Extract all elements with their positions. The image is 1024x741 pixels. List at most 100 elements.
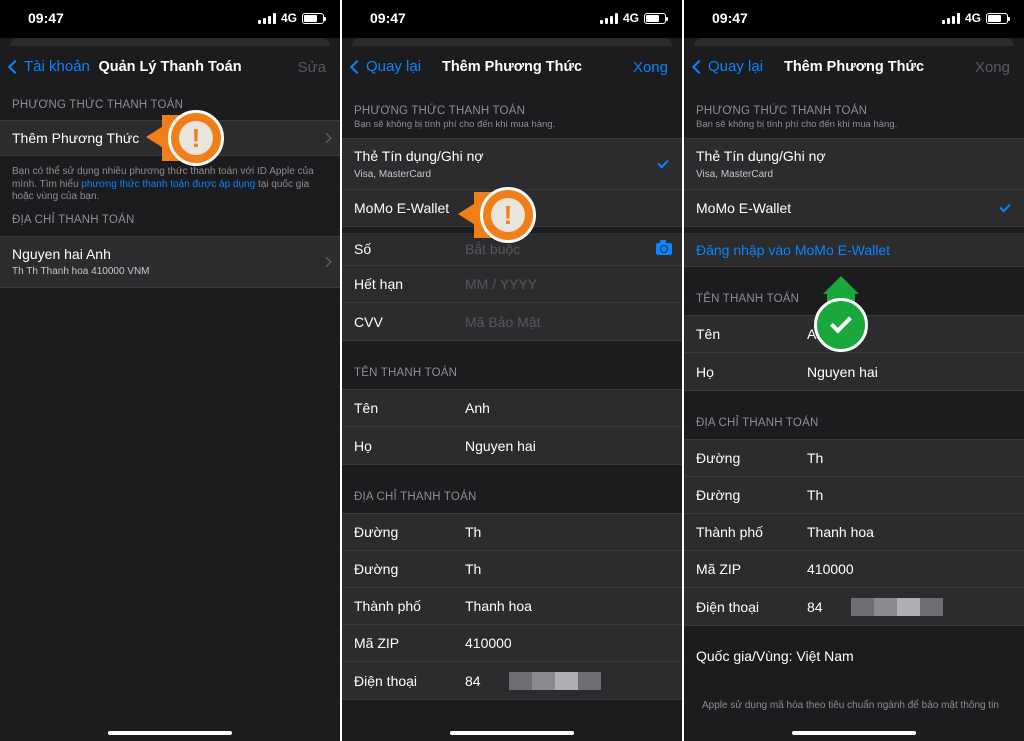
checkmark-icon bbox=[830, 311, 852, 333]
momo-login-row[interactable]: Đăng nhập vào MoMo E-Wallet bbox=[684, 227, 1024, 266]
sheet-edge bbox=[10, 38, 330, 46]
last-name-input[interactable]: Nguyen hai bbox=[465, 438, 536, 454]
nav-title: Thêm Phương Thức bbox=[783, 59, 925, 75]
card-option-row[interactable]: Thẻ Tín dụng/Ghi nợ Visa, MasterCard bbox=[684, 139, 1024, 190]
expiry-input[interactable]: MM / YYYY bbox=[465, 276, 537, 292]
done-button[interactable]: Xong bbox=[975, 59, 1010, 76]
phone-code[interactable]: 84 bbox=[465, 673, 481, 689]
street-input[interactable]: Th bbox=[807, 487, 823, 503]
momo-login-link[interactable]: Đăng nhập vào MoMo E-Wallet bbox=[696, 242, 890, 258]
section-header-name: TÊN THANH TOÁN bbox=[354, 367, 458, 379]
signal-icon bbox=[257, 12, 276, 24]
card-option-label: Thẻ Tín dụng/Ghi nợ bbox=[696, 148, 826, 164]
zip-row[interactable]: Mã ZIP 410000 bbox=[684, 551, 1024, 588]
city-row[interactable]: Thành phố Thanh hoa bbox=[684, 514, 1024, 551]
section-header-payment: PHƯƠNG THỨC THANH TOÁN bbox=[696, 105, 868, 117]
payment-methods-link[interactable]: phương thức thanh toán được áp dụng bbox=[81, 179, 255, 190]
nav-bar: Quay lại Thêm Phương Thức Xong bbox=[342, 46, 682, 92]
status-time: 09:47 bbox=[28, 10, 64, 26]
status-bar: 09:47 4G bbox=[342, 0, 682, 38]
network-label: 4G bbox=[280, 11, 297, 25]
last-name-input[interactable]: Nguyen hai bbox=[807, 364, 878, 380]
content: PHƯƠNG THỨC THANH TOÁN Bạn sẽ không bị t… bbox=[684, 92, 1024, 741]
section-header-address: ĐỊA CHỈ THANH TOÁN bbox=[696, 417, 819, 429]
exclamation-icon: ! bbox=[491, 198, 525, 232]
screen-add-method: 09:47 4G Quay lại Thêm Phương Thức Xong … bbox=[342, 0, 682, 741]
cvv-label: CVV bbox=[354, 313, 383, 330]
last-name-label: Họ bbox=[696, 363, 714, 380]
phone-code[interactable]: 84 bbox=[807, 599, 823, 615]
city-input[interactable]: Thanh hoa bbox=[465, 598, 532, 614]
card-number-input[interactable]: Bắt buộc bbox=[465, 241, 520, 257]
momo-option-label: MoMo E-Wallet bbox=[696, 200, 792, 216]
home-indicator bbox=[792, 731, 916, 735]
expiry-label: Hết hạn bbox=[354, 276, 404, 292]
nav-title: Quản Lý Thanh Toán bbox=[98, 59, 242, 75]
battery-icon bbox=[644, 12, 668, 24]
last-name-row[interactable]: Họ Nguyen hai bbox=[342, 427, 682, 464]
camera-icon[interactable] bbox=[656, 240, 672, 255]
street-row[interactable]: Đường Th bbox=[684, 440, 1024, 477]
last-name-row[interactable]: Họ Nguyen hai bbox=[684, 353, 1024, 390]
checkmark-icon bbox=[657, 157, 669, 169]
phone-row[interactable]: Điện thoại 84 bbox=[342, 662, 682, 699]
cvv-input[interactable]: Mã Bảo Mật bbox=[465, 314, 540, 330]
name-group: Tên Anh Họ Nguyen hai bbox=[342, 389, 682, 465]
phone-number-redacted bbox=[850, 597, 943, 616]
nav-title: Thêm Phương Thức bbox=[441, 59, 583, 75]
phone-label: Điện thoại bbox=[696, 598, 760, 615]
battery-icon bbox=[302, 12, 326, 24]
first-name-label: Tên bbox=[696, 326, 721, 342]
success-marker bbox=[812, 276, 870, 354]
street-row[interactable]: Đường Th bbox=[684, 477, 1024, 514]
street-label: Đường bbox=[696, 450, 741, 466]
phone-row[interactable]: Điện thoại 84 bbox=[684, 588, 1024, 625]
street-input[interactable]: Th bbox=[807, 450, 823, 466]
first-name-input[interactable]: Anh bbox=[465, 400, 490, 416]
cvv-row[interactable]: CVV Mã Bảo Mật bbox=[342, 303, 682, 340]
warning-callout: ! bbox=[146, 110, 246, 166]
city-row[interactable]: Thành phố Thanh hoa bbox=[342, 588, 682, 625]
status-bar: 09:47 4G bbox=[684, 0, 1024, 38]
chevron-right-icon bbox=[321, 133, 332, 143]
payment-subtext: Bạn sẽ không bị tính phí cho đến khi mua… bbox=[354, 119, 556, 130]
momo-option-row[interactable]: MoMo E-Wallet bbox=[684, 190, 1024, 227]
address-group: Đường Th Đường Th Thành phố Thanh hoa Mã… bbox=[684, 439, 1024, 626]
zip-input[interactable]: 410000 bbox=[465, 635, 512, 651]
street-row[interactable]: Đường Th bbox=[342, 551, 682, 588]
section-header-address: ĐỊA CHỈ THANH TOÁN bbox=[354, 491, 477, 503]
street-label: Đường bbox=[354, 561, 399, 577]
card-option-row[interactable]: Thẻ Tín dụng/Ghi nợ Visa, MasterCard bbox=[342, 139, 682, 190]
street-row[interactable]: Đường Th bbox=[342, 514, 682, 551]
network-label: 4G bbox=[964, 11, 981, 25]
last-name-label: Họ bbox=[354, 437, 372, 454]
address-row[interactable]: Nguyen hai Anh Th Th Thanh hoa 410000 VN… bbox=[0, 237, 340, 287]
zip-row[interactable]: Mã ZIP 410000 bbox=[342, 625, 682, 662]
address-name: Nguyen hai Anh bbox=[12, 246, 111, 262]
chevron-right-icon bbox=[321, 256, 332, 267]
checkmark-icon bbox=[999, 201, 1011, 213]
street-label: Đường bbox=[354, 524, 399, 540]
address-group: Nguyen hai Anh Th Th Thanh hoa 410000 VN… bbox=[0, 235, 340, 288]
card-option-sub: Visa, MasterCard bbox=[696, 169, 774, 180]
done-button[interactable]: Xong bbox=[633, 59, 668, 76]
first-name-row[interactable]: Tên Anh bbox=[342, 390, 682, 427]
warning-callout: ! bbox=[458, 187, 558, 243]
phone-label: Điện thoại bbox=[354, 672, 418, 689]
city-input[interactable]: Thanh hoa bbox=[807, 524, 874, 540]
street-input[interactable]: Th bbox=[465, 524, 481, 540]
first-name-label: Tên bbox=[354, 400, 379, 416]
exclamation-icon: ! bbox=[179, 121, 213, 155]
sheet-edge bbox=[352, 38, 672, 46]
payment-subtext: Bạn sẽ không bị tính phí cho đến khi mua… bbox=[696, 119, 898, 130]
address-group: Đường Th Đường Th Thành phố Thanh hoa Mã… bbox=[342, 513, 682, 700]
country-row[interactable]: Quốc gia/Vùng: Việt Nam bbox=[684, 626, 1024, 664]
expiry-row[interactable]: Hết hạn MM / YYYY bbox=[342, 266, 682, 303]
street-label: Đường bbox=[696, 487, 741, 503]
home-indicator bbox=[108, 731, 232, 735]
momo-option-label: MoMo E-Wallet bbox=[354, 200, 450, 216]
zip-input[interactable]: 410000 bbox=[807, 561, 854, 577]
street-input[interactable]: Th bbox=[465, 561, 481, 577]
status-time: 09:47 bbox=[712, 10, 748, 26]
edit-button[interactable]: Sửa bbox=[298, 59, 326, 76]
